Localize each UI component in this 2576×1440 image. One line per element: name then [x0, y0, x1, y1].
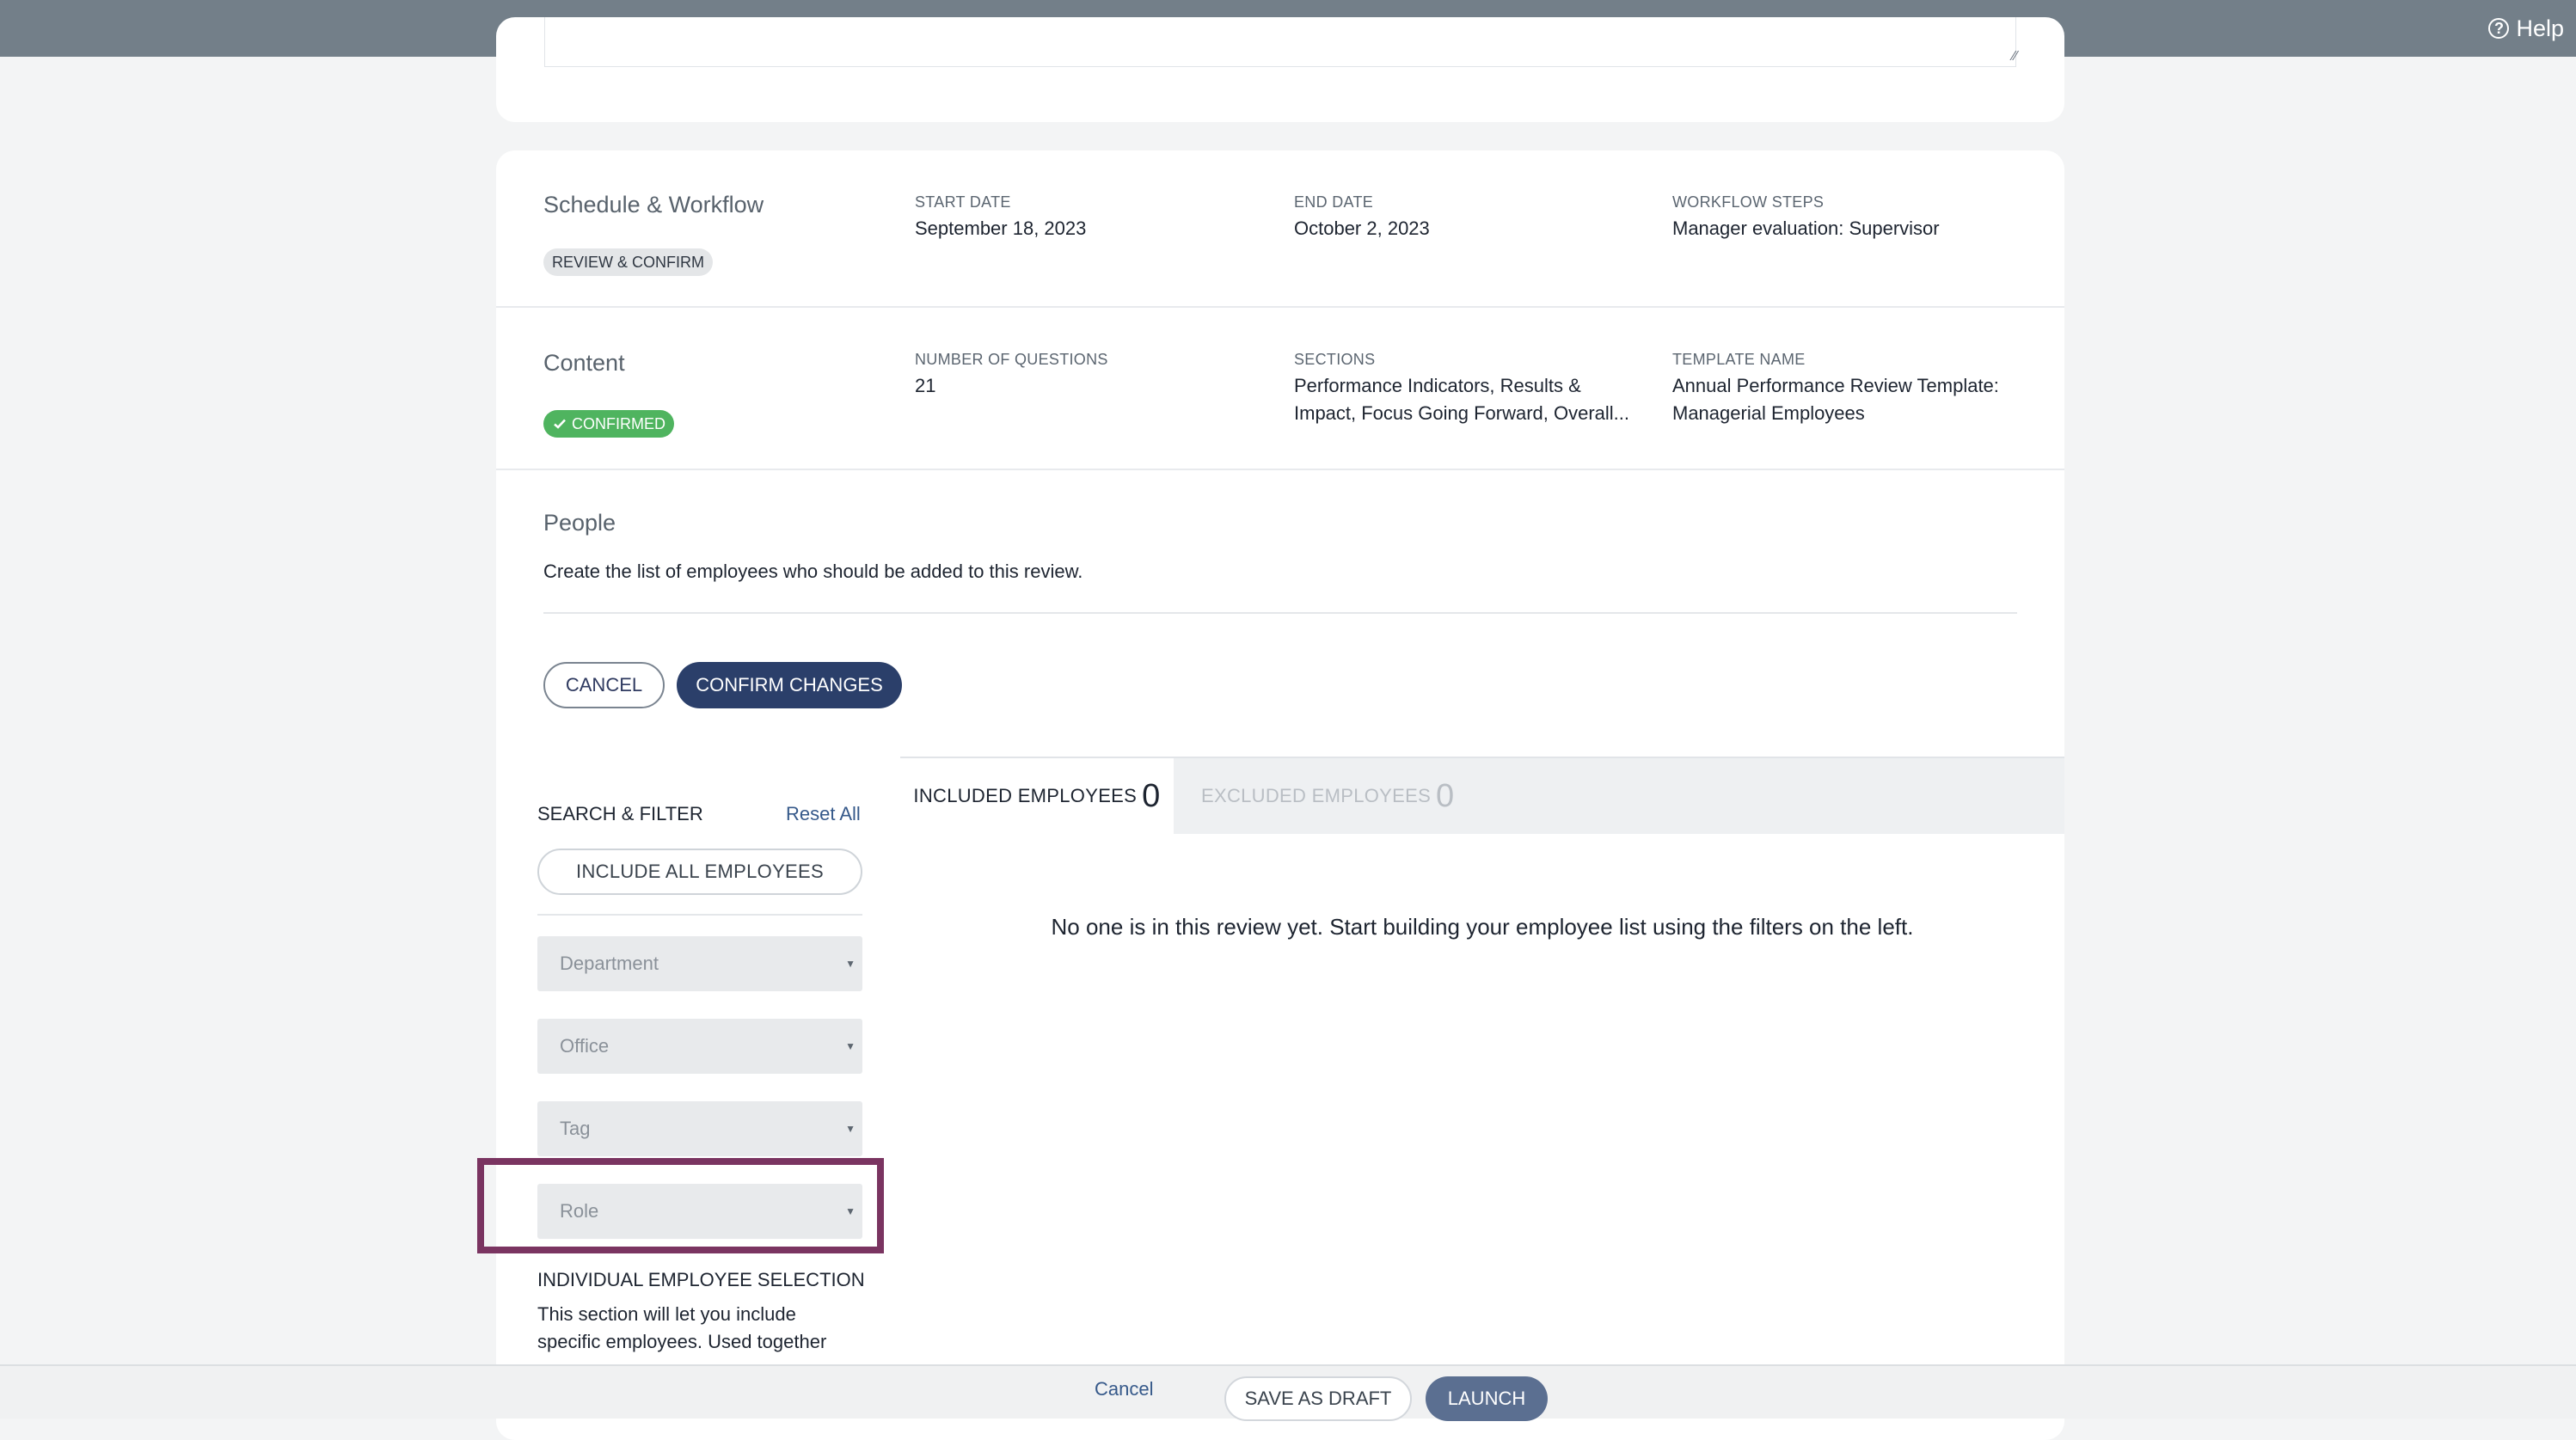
chevron-down-icon: ▼: [845, 1123, 856, 1135]
end-date-value: October 2, 2023: [1294, 218, 1430, 239]
role-highlight-box: [477, 1158, 884, 1253]
number-of-questions-label: NUMBER OF QUESTIONS: [915, 351, 1108, 368]
empty-state-message: No one is in this review yet. Start buil…: [1051, 914, 1914, 940]
people-section-title: People: [543, 510, 616, 536]
sections-value-line2: Impact, Focus Going Forward, Overall...: [1294, 402, 1630, 424]
excluded-tab-label: EXCLUDED EMPLOYEES: [1201, 785, 1432, 806]
help-label: Help: [2516, 15, 2564, 41]
include-all-employees-button[interactable]: INCLUDE ALL EMPLOYEES: [537, 849, 862, 895]
included-count: 0: [1142, 777, 1161, 814]
sections-value-line1: Performance Indicators, Results &: [1294, 375, 1581, 396]
help-button[interactable]: ? Help: [2488, 0, 2564, 57]
confirmed-badge: CONFIRMED: [543, 410, 674, 438]
details-card: ⁄⁄: [496, 17, 2064, 122]
people-description: Create the list of employees who should …: [543, 561, 1083, 582]
confirmed-label: CONFIRMED: [572, 415, 665, 432]
footer-cancel-link[interactable]: Cancel: [1095, 1378, 1153, 1400]
filter-divider: [537, 914, 862, 916]
included-tab-label: INCLUDED EMPLOYEES: [913, 785, 1138, 806]
section-divider: [496, 469, 2064, 470]
employee-tabs: INCLUDED EMPLOYEES 0 EXCLUDED EMPLOYEES …: [900, 757, 2064, 834]
chevron-down-icon: ▼: [845, 958, 856, 970]
search-filter-title: SEARCH & FILTER: [537, 803, 703, 824]
resize-handle-icon[interactable]: ⁄⁄: [2013, 49, 2017, 64]
tag-placeholder: Tag: [560, 1118, 591, 1139]
template-name-line2: Managerial Employees: [1672, 402, 1865, 424]
people-divider: [543, 612, 2017, 614]
chevron-down-icon: ▼: [845, 1040, 856, 1052]
individual-selection-title: INDIVIDUAL EMPLOYEE SELECTION: [537, 1269, 865, 1290]
number-of-questions-value: 21: [915, 375, 936, 396]
department-select[interactable]: Department ▼: [537, 936, 862, 991]
description-textarea[interactable]: ⁄⁄: [544, 17, 2017, 67]
workflow-steps-value: Manager evaluation: Supervisor: [1672, 218, 1940, 239]
template-name-line1: Annual Performance Review Template:: [1672, 375, 1999, 396]
individual-selection-desc-line2: specific employees. Used together: [537, 1331, 827, 1352]
department-placeholder: Department: [560, 953, 659, 974]
content-section-title: Content: [543, 350, 625, 376]
office-select[interactable]: Office ▼: [537, 1019, 862, 1074]
office-placeholder: Office: [560, 1035, 610, 1057]
tab-excluded-employees[interactable]: EXCLUDED EMPLOYEES 0: [1201, 758, 1454, 834]
individual-selection-desc-line1: This section will let you include: [537, 1303, 796, 1325]
review-confirm-badge: REVIEW & CONFIRM: [543, 248, 714, 276]
tab-included-employees[interactable]: INCLUDED EMPLOYEES 0: [900, 758, 1174, 834]
reset-all-link[interactable]: Reset All: [786, 800, 861, 828]
save-as-draft-button[interactable]: SAVE AS DRAFT: [1224, 1376, 1412, 1421]
check-icon: [554, 419, 566, 429]
start-date-label: START DATE: [915, 193, 1011, 211]
start-date-value: September 18, 2023: [915, 218, 1087, 239]
schedule-section-title: Schedule & Workflow: [543, 192, 764, 218]
confirm-changes-button[interactable]: CONFIRM CHANGES: [677, 662, 902, 708]
help-circle-icon: ?: [2488, 18, 2510, 39]
tag-select[interactable]: Tag ▼: [537, 1101, 862, 1156]
sections-label: SECTIONS: [1294, 351, 1376, 368]
bottom-action-bar: Cancel SAVE AS DRAFT LAUNCH: [0, 1364, 2576, 1421]
excluded-count: 0: [1436, 777, 1455, 814]
end-date-label: END DATE: [1294, 193, 1374, 211]
template-name-label: TEMPLATE NAME: [1672, 351, 1806, 368]
workflow-steps-label: WORKFLOW STEPS: [1672, 193, 1825, 211]
section-divider: [496, 306, 2064, 308]
cancel-button[interactable]: CANCEL: [543, 662, 665, 708]
launch-button[interactable]: LAUNCH: [1426, 1376, 1548, 1421]
